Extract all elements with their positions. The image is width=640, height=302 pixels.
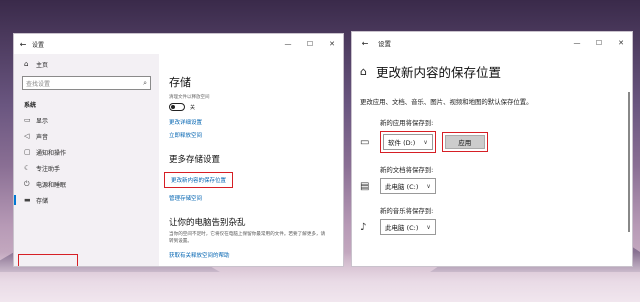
folder-icon: ▤ bbox=[360, 180, 370, 192]
sidebar-item-label: 声音 bbox=[36, 133, 49, 141]
storage-main: 存储 清理文件以释放空间 关 更改详细设置 立即释放空间 更多存储设置 更改新内… bbox=[159, 54, 343, 266]
declutter-paragraph: 当你的空间不足时，它将仅在电脑上保留你最常用的文件。若要了解更多，请转到设置。 bbox=[169, 232, 326, 244]
settings-window-save-location: ← 设置 — ☐ ✕ ⌂ 更改新内容的保存位置 更改应用、文档、音乐、图片、视频… bbox=[352, 32, 632, 266]
drive-dropdown[interactable]: 此电脑 (C:) ∨ bbox=[380, 219, 436, 235]
notification-icon: ▢ bbox=[24, 148, 31, 156]
page-title: 更改新内容的保存位置 bbox=[376, 65, 502, 80]
sidebar-item-monitor[interactable]: ▭ 显示 bbox=[14, 112, 159, 128]
title-bar: ← 设置 — ☐ ✕ bbox=[352, 32, 632, 54]
window-title: 设置 bbox=[378, 40, 391, 48]
page-title: 存储 bbox=[169, 76, 191, 89]
storage-sense-toggle-row[interactable]: 关 bbox=[159, 100, 343, 111]
minimize-icon[interactable]: — bbox=[566, 39, 588, 47]
drive-dropdown[interactable]: 此电脑 (C:) ∨ bbox=[380, 178, 436, 194]
search-icon: ⌕ bbox=[143, 78, 147, 87]
drive-dropdown-value: 此电脑 (C:) bbox=[385, 224, 419, 232]
back-arrow-icon[interactable]: ← bbox=[14, 40, 32, 49]
drive-dropdown[interactable]: 软件 (D:) ∨ bbox=[383, 134, 433, 150]
page-description: 更改应用、文档、音乐、图片、视频和地图的默认保存位置。 bbox=[360, 98, 533, 106]
sidebar-item-home[interactable]: ⌂ 主页 bbox=[14, 56, 159, 72]
change-save-location-link[interactable]: 更改新内容的保存位置 bbox=[164, 172, 234, 188]
chevron-down-icon: ∨ bbox=[423, 138, 428, 146]
monitor-icon: ▭ bbox=[24, 116, 31, 124]
chevron-down-icon: ∨ bbox=[426, 223, 431, 231]
drive-dropdown-value: 此电脑 (C:) bbox=[385, 183, 419, 191]
monitor-icon: ▭ bbox=[360, 136, 370, 148]
save-location-row: ♪ 此电脑 (C:) ∨ bbox=[352, 215, 632, 235]
sidebar-item-label: 专注助手 bbox=[36, 165, 61, 173]
manage-storage-link[interactable]: 管理存储空间 bbox=[159, 188, 343, 202]
power-icon: ⏻ bbox=[24, 179, 30, 188]
save-location-label: 新的文档将保存到: bbox=[380, 166, 434, 174]
sidebar-item-notification[interactable]: ▢ 通知和操作 bbox=[14, 144, 159, 160]
sidebar-item-focus[interactable]: ☾ 专注助手 bbox=[14, 160, 159, 176]
sidebar-item-label: 主页 bbox=[36, 61, 49, 69]
close-icon[interactable]: ✕ bbox=[610, 39, 632, 47]
storage-icon: ▬ bbox=[24, 196, 31, 204]
save-location-row: ▤ 此电脑 (C:) ∨ bbox=[352, 174, 632, 194]
window-title: 设置 bbox=[32, 41, 45, 49]
drive-dropdown-value: 软件 (D:) bbox=[388, 139, 416, 147]
change-details-link[interactable]: 更改详细设置 bbox=[159, 111, 343, 126]
scrollbar[interactable] bbox=[628, 92, 630, 232]
music-icon: ♪ bbox=[360, 221, 367, 233]
free-space-link[interactable]: 立即释放空间 bbox=[159, 126, 343, 139]
chevron-down-icon: ∨ bbox=[426, 182, 431, 190]
highlight-box: 软件 (D:) ∨ bbox=[380, 131, 436, 153]
storage-sense-toggle[interactable] bbox=[169, 103, 185, 111]
save-location-label: 新的音乐将保存到: bbox=[380, 207, 434, 215]
sidebar-item-label: 存储 bbox=[36, 197, 49, 205]
highlight-box: 应用 bbox=[441, 132, 488, 152]
maximize-icon[interactable]: ☐ bbox=[299, 40, 321, 48]
maximize-icon[interactable]: ☐ bbox=[588, 39, 610, 47]
home-icon: ⌂ bbox=[24, 60, 29, 68]
sidebar-item-label: 电源和睡眠 bbox=[36, 181, 67, 189]
toggle-state-label: 关 bbox=[190, 104, 196, 111]
speaker-icon: ◁ bbox=[24, 132, 30, 140]
home-icon[interactable]: ⌂ bbox=[360, 65, 376, 78]
sidebar: ⌂ 主页 查找设置 ⌕ 系统 ▭ 显示 ◁ 声音 ▢ 通知和操作 ☾ 专注助手 ⏻ 电源和睡眠 ▬ 存… bbox=[14, 54, 159, 266]
sidebar-item-power[interactable]: ⏻ 电源和睡眠 bbox=[14, 176, 159, 192]
sidebar-item-label: 显示 bbox=[36, 117, 49, 125]
sidebar-item-speaker[interactable]: ◁ 声音 bbox=[14, 128, 159, 144]
storage-sense-text: 清理文件以释放空间 bbox=[169, 95, 210, 100]
search-placeholder: 查找设置 bbox=[26, 80, 51, 88]
focus-icon: ☾ bbox=[24, 164, 31, 172]
declutter-heading: 让你的电脑告别杂乱 bbox=[169, 218, 246, 228]
search-input[interactable]: 查找设置 ⌕ bbox=[22, 76, 151, 90]
sidebar-section-system: 系统 bbox=[24, 102, 37, 109]
settings-window-storage: ← 设置 — ☐ ✕ ⌂ 主页 查找设置 ⌕ 系统 ▭ 显示 ◁ 声音 ▢ 通知和操作 ☾ 专… bbox=[14, 34, 343, 266]
more-storage-settings-heading: 更多存储设置 bbox=[169, 155, 221, 165]
highlight-box bbox=[18, 254, 78, 266]
save-location-label: 新的应用将保存到: bbox=[380, 119, 434, 127]
save-location-row: ▭ 软件 (D:) ∨ 应用 bbox=[352, 127, 632, 153]
back-arrow-icon[interactable]: ← bbox=[352, 39, 378, 48]
close-icon[interactable]: ✕ bbox=[321, 40, 343, 48]
minimize-icon[interactable]: — bbox=[277, 40, 299, 48]
help-link[interactable]: 获取有关释放空间的帮助 bbox=[159, 246, 343, 259]
title-bar: ← 设置 — ☐ ✕ bbox=[14, 34, 343, 54]
sidebar-item-storage[interactable]: ▬ 存储 bbox=[14, 192, 159, 208]
sidebar-item-label: 通知和操作 bbox=[36, 149, 67, 157]
apply-button[interactable]: 应用 bbox=[444, 135, 485, 149]
